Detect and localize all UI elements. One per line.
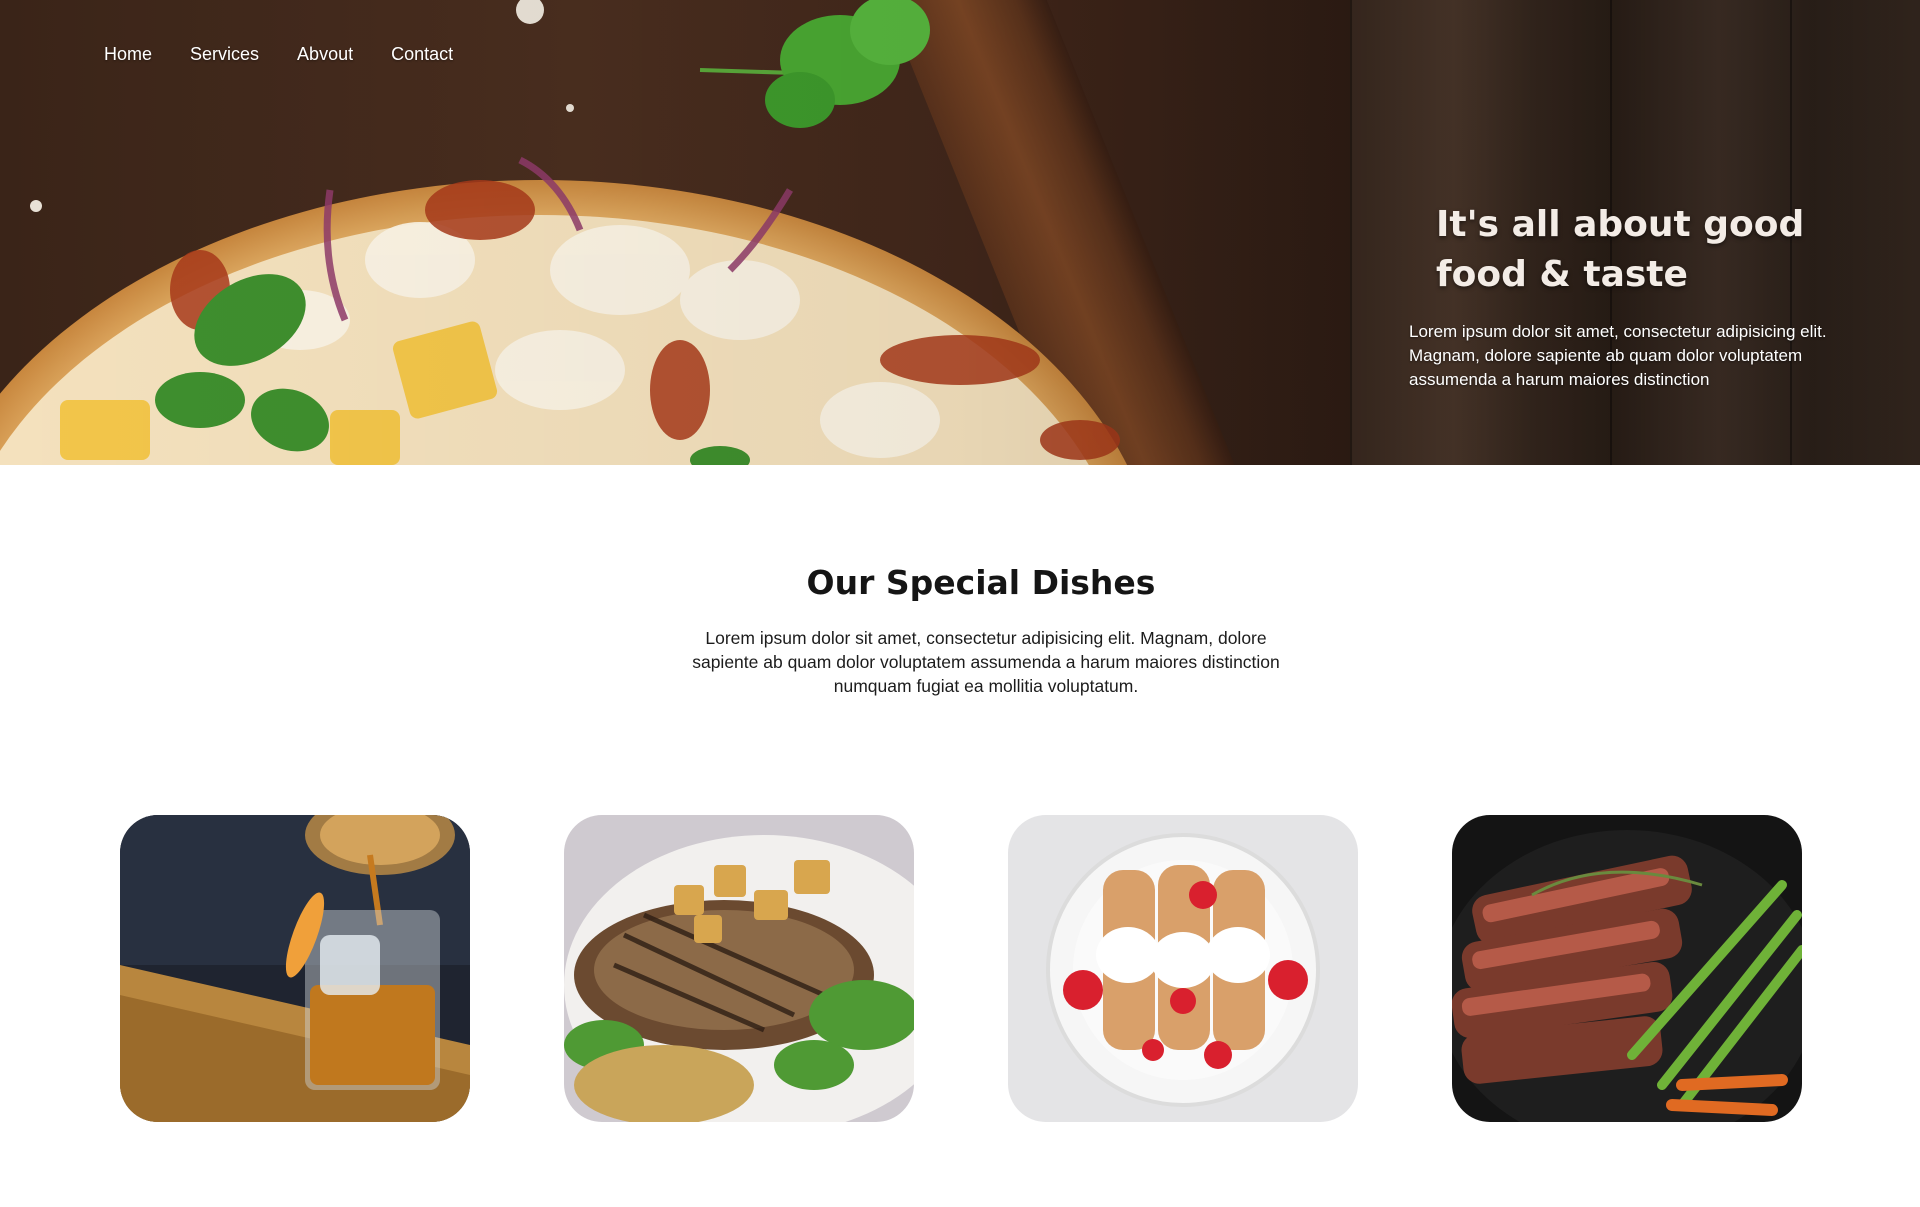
- dish-card-crepes[interactable]: [1008, 815, 1358, 1122]
- crepes-strawberries-photo: [1008, 815, 1358, 1122]
- special-dishes-section: Our Special Dishes Lorem ipsum dolor sit…: [0, 465, 1920, 1207]
- section-description: Lorem ipsum dolor sit amet, consectetur …: [692, 628, 1280, 696]
- grilled-pork-chop-photo: [564, 815, 914, 1122]
- hero-banner: Home Services Abvout Contact It's all ab…: [0, 0, 1920, 465]
- dish-card-pork-chop[interactable]: [564, 815, 914, 1122]
- hero-title-line2: food & taste: [1436, 254, 1688, 295]
- whiskey-glass-photo: [120, 815, 470, 1122]
- section-title: Our Special Dishes: [806, 563, 1156, 602]
- hero-title: It's all about good food & taste: [1409, 200, 1869, 300]
- nav-about-link[interactable]: Abvout: [297, 44, 353, 65]
- hero-title-line1: It's all about good: [1436, 204, 1805, 245]
- sliced-steak-asparagus-photo: [1452, 815, 1802, 1122]
- hero-description: Lorem ipsum dolor sit amet, consectetur …: [1409, 322, 1827, 389]
- hero-text-block: It's all about good food & taste Lorem i…: [1409, 200, 1869, 392]
- dish-card-whiskey[interactable]: [120, 815, 470, 1122]
- nav-contact-link[interactable]: Contact: [391, 44, 453, 65]
- nav-services-link[interactable]: Services: [190, 44, 259, 65]
- dish-cards: [120, 815, 1803, 1122]
- nav-home-link[interactable]: Home: [104, 44, 152, 65]
- main-nav: Home Services Abvout Contact: [104, 44, 453, 65]
- dish-card-steak[interactable]: [1452, 815, 1802, 1122]
